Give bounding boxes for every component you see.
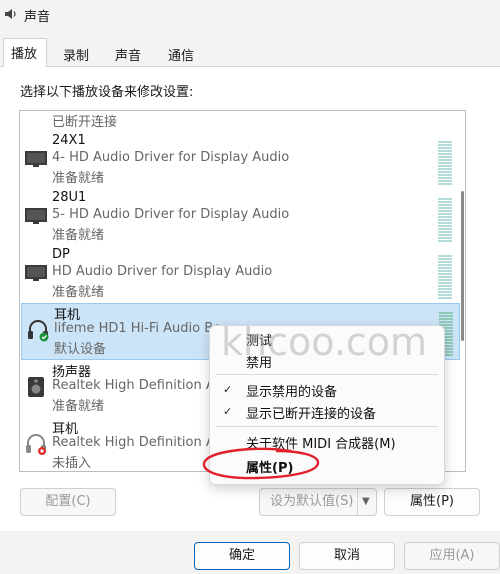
set-default-label: 设为默认值(S) <box>270 494 354 509</box>
device-status: 准备就绪 <box>52 228 105 243</box>
tab-communications[interactable]: 通信 <box>168 42 194 66</box>
menu-item-about-midi[interactable]: 关于软件 MIDI 合成器(M) <box>246 433 396 452</box>
menu-item-properties[interactable]: 属性(P) <box>246 457 293 476</box>
context-menu: 测试 禁用 ✓ 显示禁用的设备 ✓ 显示已断开连接的设备 关于软件 MIDI 合… <box>209 325 445 485</box>
speaker-icon <box>5 9 16 19</box>
tab-recording[interactable]: 录制 <box>63 42 89 66</box>
device-name: 24X1 <box>52 133 86 148</box>
device-driver: Realtek High Definition A <box>52 435 215 450</box>
volume-meter <box>438 198 452 242</box>
menu-item-test[interactable]: 测试 <box>246 330 272 349</box>
volume-meter <box>438 141 452 185</box>
menu-separator <box>216 426 438 427</box>
list-scrollbar[interactable] <box>461 191 464 341</box>
window-title: 声音 <box>24 10 51 25</box>
check-icon: ✓ <box>223 405 233 418</box>
headphones-unplugged-icon <box>26 434 46 455</box>
ok-button[interactable]: 确定 <box>194 542 290 570</box>
device-status: 默认设备 <box>54 342 107 357</box>
device-status: 准备就绪 <box>52 399 105 414</box>
device-driver: lifeme HD1 Hi-Fi Audio Bo <box>54 321 222 336</box>
cancel-button[interactable]: 取消 <box>299 542 395 570</box>
title-bar: 声音 <box>0 0 500 30</box>
dialog-footer: 确定 取消 应用(A) <box>0 532 500 574</box>
device-status: 准备就绪 <box>52 285 105 300</box>
device-row-dp[interactable]: DP HD Audio Driver for Display Audio 准备就… <box>20 247 465 304</box>
tab-sounds[interactable]: 声音 <box>115 42 141 66</box>
speaker-icon <box>28 377 44 397</box>
instruction-label: 选择以下播放设备来修改设置: <box>20 85 194 100</box>
set-default-button[interactable]: 设为默认值(S) ▼ <box>259 488 377 516</box>
headphones-default-icon <box>28 320 49 342</box>
chevron-down-icon[interactable]: ▼ <box>362 489 370 515</box>
monitor-icon <box>25 265 47 281</box>
device-status: 未插入 <box>52 456 92 471</box>
tab-strip: 播放 录制 声音 通信 <box>0 38 500 67</box>
device-driver: 5- HD Audio Driver for Display Audio <box>52 207 290 222</box>
partial-device-status: 已断开连接 <box>52 115 118 130</box>
check-icon: ✓ <box>223 383 233 396</box>
split-divider <box>357 489 358 515</box>
device-driver: 4- HD Audio Driver for Display Audio <box>52 150 290 165</box>
volume-meter <box>438 255 452 299</box>
menu-item-disable[interactable]: 禁用 <box>246 352 272 371</box>
monitor-icon <box>25 151 47 167</box>
apply-button[interactable]: 应用(A) <box>404 542 500 570</box>
device-driver: Realtek High Definition A <box>52 378 215 393</box>
menu-item-show-disabled[interactable]: 显示禁用的设备 <box>246 381 337 400</box>
device-status: 准备就绪 <box>52 171 105 186</box>
properties-button[interactable]: 属性(P) <box>384 488 480 516</box>
device-name: 28U1 <box>52 190 87 205</box>
device-row-24x1[interactable]: 24X1 4- HD Audio Driver for Display Audi… <box>20 133 465 190</box>
menu-item-show-disconnected[interactable]: 显示已断开连接的设备 <box>246 403 376 422</box>
device-name: DP <box>52 247 70 262</box>
device-driver: HD Audio Driver for Display Audio <box>52 264 273 279</box>
tab-playback[interactable]: 播放 <box>3 38 47 67</box>
device-row-28u1[interactable]: 28U1 5- HD Audio Driver for Display Audi… <box>20 190 465 247</box>
menu-separator <box>216 374 438 375</box>
monitor-icon <box>25 208 47 224</box>
configure-button[interactable]: 配置(C) <box>20 488 116 516</box>
